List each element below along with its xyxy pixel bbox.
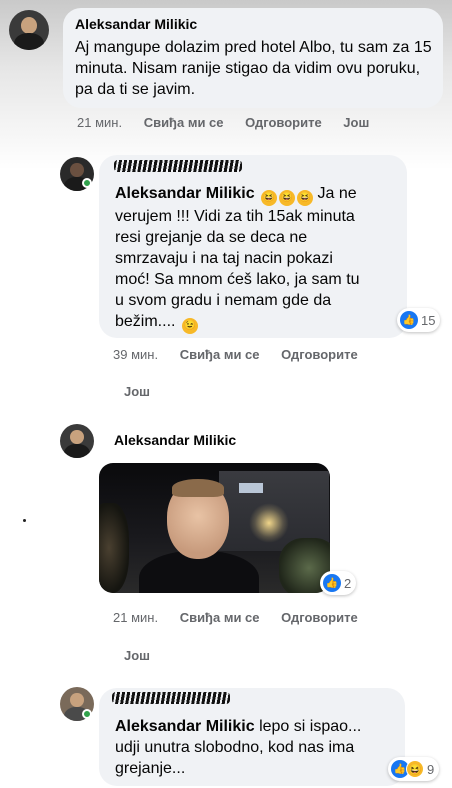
- rolling-laughing-emoji: 😆: [297, 190, 314, 206]
- comment-text: Aleksandar Milikic lepo si ispao... udji…: [115, 718, 362, 777]
- reaction-summary[interactable]: 👍 😆 9: [388, 757, 440, 781]
- comment-meta: 39 мин. Свиђа ми се Одговорите: [113, 347, 376, 362]
- comment-photo[interactable]: [99, 463, 330, 593]
- haha-icon: 😆: [406, 760, 424, 778]
- like-icon: 👍: [323, 574, 341, 592]
- comment-meta: 21 мин. Свиђа ми се Одговорите Још: [77, 115, 387, 130]
- comment-bubble: Aleksandar Milikic 😆 😆 😆 Ja ne verujem !!!…: [99, 155, 407, 338]
- like-button[interactable]: Свиђа ми се: [144, 115, 224, 130]
- like-button[interactable]: Свиђа ми се: [180, 347, 260, 362]
- comment-time[interactable]: 21 мин.: [77, 115, 122, 130]
- comment-text: Aleksandar Milikic 😆 😆 😆 Ja ne verujem !!!…: [115, 183, 395, 334]
- comment-time[interactable]: 21 мин.: [113, 610, 158, 625]
- reaction-count: 15: [421, 312, 436, 328]
- reaction-summary[interactable]: 👍 15: [397, 308, 441, 332]
- mention-link[interactable]: Aleksandar Milikic: [115, 718, 255, 735]
- reply-button[interactable]: Одговорите: [245, 115, 322, 130]
- more-button[interactable]: Још: [124, 648, 150, 663]
- comment-text: Aj mangupe dolazim pred hotel Albo, tu s…: [75, 39, 432, 98]
- comment-author[interactable]: Aleksandar Milikic: [114, 432, 236, 448]
- online-indicator: [82, 178, 92, 188]
- reply-button[interactable]: Одговорите: [281, 610, 358, 625]
- like-icon: 👍: [400, 311, 418, 329]
- reaction-count: 2: [344, 575, 352, 591]
- online-indicator: [82, 709, 92, 719]
- rolling-laughing-emoji: 😆: [279, 190, 296, 206]
- like-button[interactable]: Свиђа ми се: [180, 610, 260, 625]
- redaction-scribble: [114, 160, 242, 172]
- comment-author[interactable]: Aleksandar Milikic: [75, 16, 431, 32]
- avatar[interactable]: [9, 10, 49, 50]
- mention-link[interactable]: Aleksandar Milikic: [115, 185, 255, 202]
- comment-bubble: Aleksandar Milikic Aj mangupe dolazim pr…: [63, 8, 443, 108]
- redaction-scribble: [112, 692, 230, 704]
- comment-meta: 21 мин. Свиђа ми се Одговорите: [113, 610, 376, 625]
- reaction-count: 9: [427, 761, 435, 777]
- smile-emoji: 😉: [181, 318, 198, 334]
- stray-dot: [23, 519, 26, 522]
- more-button[interactable]: Још: [124, 384, 150, 399]
- comment-time[interactable]: 39 мин.: [113, 347, 158, 362]
- more-button[interactable]: Још: [343, 115, 369, 130]
- reaction-summary[interactable]: 👍 2: [320, 571, 357, 595]
- reply-button[interactable]: Одговорите: [281, 347, 358, 362]
- rolling-laughing-emoji: 😆: [261, 190, 278, 206]
- avatar[interactable]: [60, 424, 94, 458]
